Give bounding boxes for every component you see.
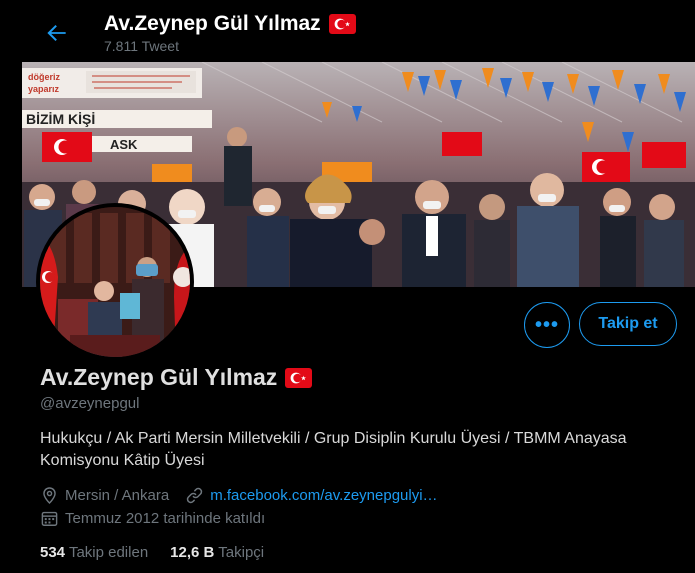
profile-meta-row: Mersin / Ankara m.facebook.com/av.zeynep…	[40, 486, 438, 505]
header-title: Av.Zeynep Gül Yılmaz	[104, 12, 356, 36]
banner-sign-2: yaparız	[28, 84, 60, 94]
profile-name: Av.Zeynep Gül Yılmaz	[40, 364, 313, 391]
avatar[interactable]	[36, 203, 194, 361]
turkey-flag-icon	[285, 367, 313, 388]
follow-counts: 534 Takip edilen 12,6 B Takipçi	[40, 544, 264, 561]
followers-link[interactable]: 12,6 B Takipçi	[170, 544, 264, 561]
banner-sign-1: döğeriz	[28, 72, 61, 82]
profile-joined: Temmuz 2012 tarihinde katıldı	[65, 510, 266, 527]
banner-sign-3: BİZİM KİŞİ	[26, 111, 95, 127]
header-title-text: Av.Zeynep Gül Yılmaz	[104, 12, 321, 35]
followers-label: Takipçi	[218, 544, 265, 561]
profile-header: Av.Zeynep Gül Yılmaz 7.811 Tweet	[0, 0, 695, 62]
calendar-icon	[40, 509, 59, 528]
banner-sign-4: ASK	[110, 137, 138, 152]
more-options-button[interactable]: •••	[524, 302, 570, 348]
profile-joined-row: Temmuz 2012 tarihinde katıldı	[40, 509, 265, 528]
following-count: 534	[40, 544, 66, 561]
header-tweet-count: 7.811 Tweet	[104, 38, 179, 54]
profile-link[interactable]: m.facebook.com/av.zeynepgulyi…	[210, 487, 437, 504]
followers-count: 12,6 B	[170, 544, 215, 561]
location-icon	[40, 486, 59, 505]
profile-location: Mersin / Ankara	[65, 487, 170, 504]
profile-name-text: Av.Zeynep Gül Yılmaz	[40, 364, 278, 390]
profile-handle: @avzeynepgul	[40, 395, 140, 412]
following-link[interactable]: 534 Takip edilen	[40, 544, 148, 561]
follow-button[interactable]: Takip et	[579, 302, 677, 346]
following-label: Takip edilen	[68, 544, 149, 561]
profile-bio: Hukukçu / Ak Parti Mersin Milletvekili /…	[40, 430, 627, 469]
turkey-flag-icon	[328, 14, 356, 34]
back-arrow-icon[interactable]	[44, 20, 70, 46]
link-icon	[185, 486, 204, 505]
